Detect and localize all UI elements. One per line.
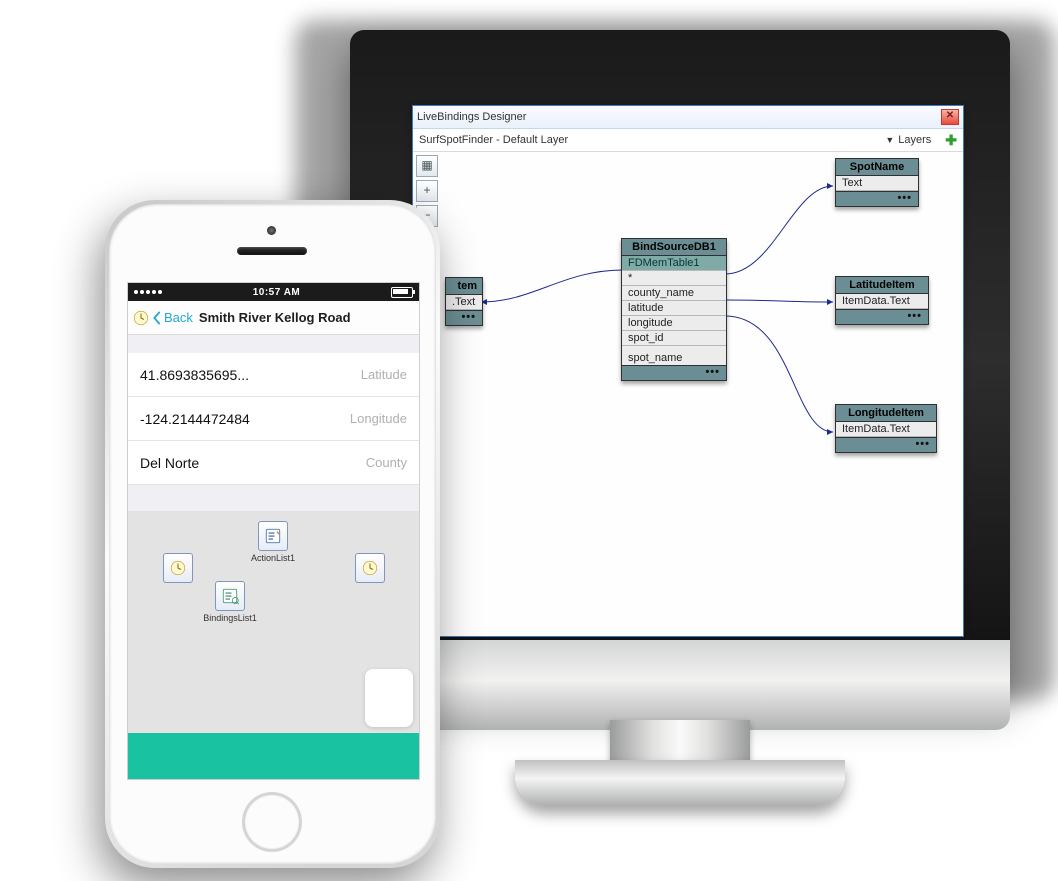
list-item[interactable]: 41.8693835695... Latitude — [128, 353, 419, 397]
livebindings-designer-window: LiveBindings Designer ✕ SurfSpotFinder -… — [412, 105, 964, 637]
binding-connections — [413, 152, 963, 636]
popup-hint — [365, 669, 413, 727]
actionlist-icon — [258, 521, 288, 551]
latitude-value: 41.8693835695... — [140, 367, 249, 383]
grid-toggle-button[interactable]: ▦ — [416, 155, 438, 177]
add-layer-button[interactable]: ✚ — [945, 132, 957, 149]
window-titlebar[interactable]: LiveBindings Designer ✕ — [413, 106, 963, 129]
designer-toolbar: SurfSpotFinder - Default Layer ▼ Layers … — [413, 129, 963, 152]
monitor-bezel: LiveBindings Designer ✕ SurfSpotFinder -… — [350, 30, 1010, 690]
desktop-monitor: LiveBindings Designer ✕ SurfSpotFinder -… — [350, 20, 1030, 815]
design-component-tray: ActionList1 — [128, 511, 419, 733]
county-label: County — [366, 455, 407, 470]
status-time: 10:57 AM — [162, 287, 391, 298]
detail-list: 41.8693835695... Latitude -124.214447248… — [128, 353, 419, 485]
navigation-bar: Back Smith River Kellog Road — [128, 301, 419, 335]
bottom-action-bar[interactable] — [128, 733, 419, 779]
list-item[interactable]: Del Norte County — [128, 441, 419, 485]
component-bindingslist[interactable]: BindingsList1 — [190, 581, 270, 623]
list-item[interactable]: -124.2144472484 Longitude — [128, 397, 419, 441]
phone-camera — [267, 226, 276, 235]
clock-icon — [355, 553, 385, 583]
signal-strength-icon — [134, 290, 162, 294]
clock-icon — [163, 553, 193, 583]
iphone-device: 10:57 AM Back Smith River Kellog Road — [105, 200, 440, 872]
node-clipped-item[interactable]: tem .Text ••• — [445, 277, 483, 326]
monitor-chin — [350, 640, 1010, 730]
current-layer-label: SurfSpotFinder - Default Layer — [419, 134, 568, 146]
zoom-in-button[interactable]: + — [416, 180, 438, 202]
monitor-base — [515, 760, 845, 806]
monitor-neck — [610, 720, 750, 765]
longitude-value: -124.2144472484 — [140, 411, 250, 427]
battery-icon — [391, 287, 413, 298]
component-timer-right[interactable] — [350, 553, 390, 585]
phone-speaker — [237, 247, 307, 255]
component-actionlist[interactable]: ActionList1 — [246, 521, 300, 563]
close-button[interactable]: ✕ — [941, 109, 959, 125]
status-bar: 10:57 AM — [128, 283, 419, 301]
node-spotname[interactable]: SpotName Text ••• — [835, 158, 919, 207]
app-screen: 10:57 AM Back Smith River Kellog Road — [127, 282, 420, 780]
county-value: Del Norte — [140, 455, 199, 471]
chevron-left-icon — [152, 311, 162, 325]
bindingslist-icon — [215, 581, 245, 611]
window-title: LiveBindings Designer — [417, 111, 941, 123]
page-title: Smith River Kellog Road — [193, 310, 415, 325]
latitude-label: Latitude — [361, 367, 407, 382]
clock-icon — [132, 309, 150, 327]
node-latitudeitem[interactable]: LatitudeItem ItemData.Text ••• — [835, 276, 929, 325]
back-button[interactable]: Back — [152, 310, 193, 325]
longitude-label: Longitude — [350, 411, 407, 426]
home-button[interactable] — [242, 792, 302, 852]
layers-dropdown[interactable]: ▼ Layers — [885, 134, 931, 146]
designer-canvas[interactable]: ▦ + − — [413, 152, 963, 636]
node-bindsourcedb1[interactable]: BindSourceDB1 FDMemTable1 * county_name … — [621, 238, 727, 381]
node-longitudeitem[interactable]: LongitudeItem ItemData.Text ••• — [835, 404, 937, 453]
